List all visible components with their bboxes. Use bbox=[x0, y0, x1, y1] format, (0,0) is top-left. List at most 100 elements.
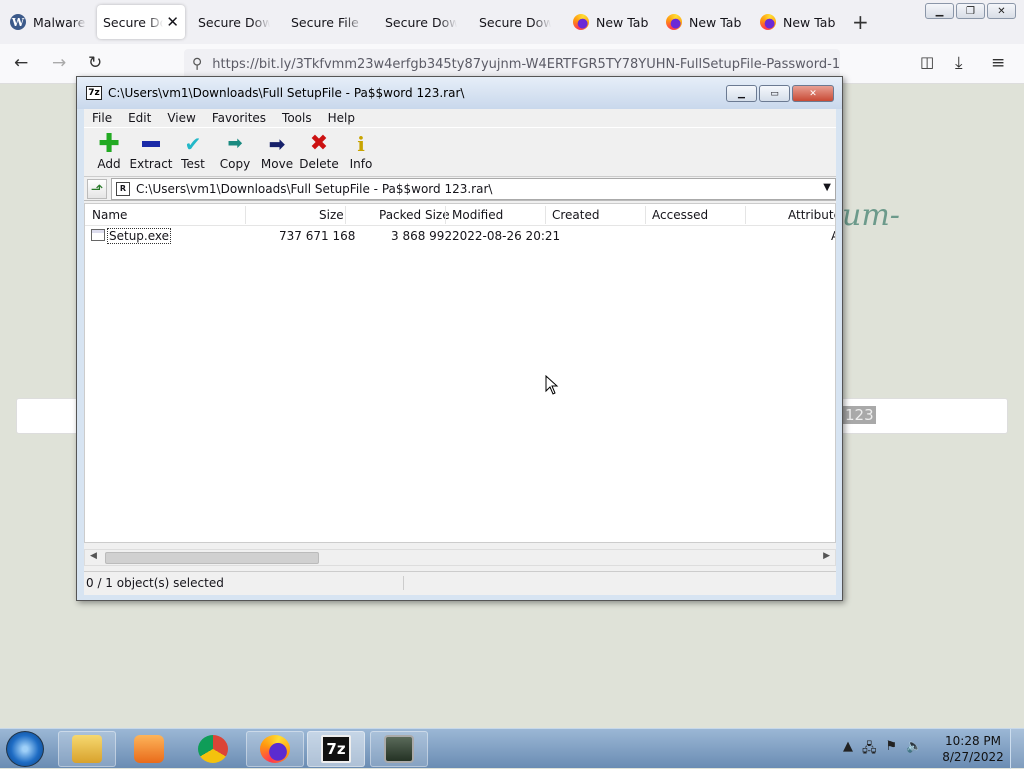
firefox-icon bbox=[760, 14, 776, 30]
folder-icon bbox=[72, 735, 102, 763]
tab-label: Secure File Storage bbox=[291, 14, 363, 30]
back-arrow-icon[interactable]: ← bbox=[14, 53, 28, 73]
arrow-right-icon: ➡ bbox=[268, 131, 286, 156]
sevenzip-logo-icon: 7z bbox=[86, 86, 102, 100]
show-hidden-icons-icon[interactable]: ▲ bbox=[843, 739, 853, 761]
start-button[interactable] bbox=[6, 731, 44, 767]
tab-label: Secure Download bbox=[479, 14, 551, 30]
close-tab-icon[interactable]: ✕ bbox=[166, 13, 179, 31]
table-row[interactable]: Setup.exe 737 671 168 3 868 992 2022-08-… bbox=[85, 226, 835, 246]
col-size[interactable]: Size bbox=[319, 208, 344, 222]
show-desktop-button[interactable] bbox=[1010, 729, 1024, 769]
menu-icon[interactable]: ≡ bbox=[991, 53, 1005, 73]
file-list[interactable]: Name Size Packed Size Modified Created A… bbox=[84, 203, 836, 543]
scrollbar-thumb[interactable] bbox=[105, 552, 319, 564]
menu-tools[interactable]: Tools bbox=[282, 111, 312, 125]
column-divider[interactable] bbox=[345, 206, 346, 224]
tab-3[interactable]: Secure File Storage bbox=[285, 5, 369, 39]
col-modified[interactable]: Modified bbox=[452, 208, 503, 222]
add-button[interactable]: ✚ Add bbox=[88, 128, 130, 176]
menu-file[interactable]: File bbox=[92, 111, 112, 125]
info-button[interactable]: i Info bbox=[340, 128, 382, 176]
tab-0[interactable]: W Malwarebytes bbox=[4, 5, 92, 39]
address-bar: ⬏ R C:\Users\vm1\Downloads\Full SetupFil… bbox=[84, 177, 836, 201]
tab-label: New Tab bbox=[689, 14, 742, 30]
chrome-icon bbox=[198, 735, 228, 763]
tab-1-active[interactable]: Secure Download ✕ bbox=[97, 5, 185, 39]
column-divider[interactable] bbox=[745, 206, 746, 224]
taskbar-firefox[interactable] bbox=[246, 731, 304, 767]
horizontal-scrollbar[interactable]: ◀ ▶ bbox=[84, 549, 836, 566]
scroll-right-icon[interactable]: ▶ bbox=[823, 551, 830, 561]
window-title: C:\Users\vm1\Downloads\Full SetupFile - … bbox=[108, 86, 465, 100]
tab-2[interactable]: Secure Download bbox=[192, 5, 276, 39]
folder-up-icon[interactable]: ⬏ bbox=[87, 178, 107, 199]
x-icon: ✖ bbox=[309, 130, 329, 156]
volume-icon[interactable]: 🔈 bbox=[906, 739, 922, 761]
action-center-flag-icon[interactable]: ⚑ bbox=[886, 739, 898, 761]
download-icon[interactable]: ⤓ bbox=[955, 53, 963, 73]
close-button[interactable]: ✕ bbox=[792, 85, 834, 102]
menu-help[interactable]: Help bbox=[328, 111, 355, 125]
chevron-down-icon[interactable]: ▼ bbox=[823, 182, 831, 193]
delete-button[interactable]: ✖ Delete bbox=[298, 128, 340, 176]
new-tab-button[interactable]: + bbox=[852, 12, 869, 32]
cell-attributes: A bbox=[831, 229, 835, 243]
taskbar-explorer[interactable] bbox=[58, 731, 116, 767]
path-combo[interactable]: R C:\Users\vm1\Downloads\Full SetupFile … bbox=[111, 177, 836, 200]
cell-packed-size: 3 868 992 bbox=[391, 229, 453, 243]
copy-button[interactable]: ➡ Copy bbox=[214, 128, 256, 176]
test-button[interactable]: ✔ Test bbox=[172, 128, 214, 176]
extract-button[interactable]: Extract bbox=[130, 128, 173, 176]
cell-modified: 2022-08-26 20:21 bbox=[452, 229, 561, 243]
taskbar-media-player[interactable] bbox=[120, 731, 178, 767]
minimize-button[interactable]: ▁ bbox=[925, 3, 954, 19]
menu-view[interactable]: View bbox=[167, 111, 195, 125]
clock[interactable]: 10:28 PM 8/27/2022 bbox=[940, 733, 1006, 765]
forward-arrow-icon[interactable]: → bbox=[52, 53, 66, 73]
restore-button[interactable]: ❐ bbox=[956, 3, 985, 19]
reload-icon[interactable]: ↻ bbox=[88, 53, 102, 73]
sevenzip-title-bar[interactable]: 7z C:\Users\vm1\Downloads\Full SetupFile… bbox=[77, 77, 842, 109]
column-divider[interactable] bbox=[245, 206, 246, 224]
scroll-left-icon[interactable]: ◀ bbox=[90, 551, 97, 561]
plus-icon: ✚ bbox=[98, 128, 120, 159]
column-divider[interactable] bbox=[645, 206, 646, 224]
status-text: 0 / 1 object(s) selected bbox=[84, 575, 404, 590]
tool-label: Delete bbox=[299, 156, 339, 171]
firefox-icon bbox=[260, 735, 290, 763]
tool-label: Copy bbox=[219, 156, 251, 171]
tab-5[interactable]: Secure Download bbox=[473, 5, 557, 39]
col-attributes[interactable]: Attributes bbox=[788, 208, 835, 222]
column-divider[interactable] bbox=[545, 206, 546, 224]
page-selected-text: 123 bbox=[843, 406, 876, 424]
move-button[interactable]: ➡ Move bbox=[256, 128, 298, 176]
wordpress-icon: W bbox=[10, 14, 26, 30]
col-created[interactable]: Created bbox=[552, 208, 600, 222]
col-accessed[interactable]: Accessed bbox=[652, 208, 708, 222]
close-button[interactable]: ✕ bbox=[987, 3, 1016, 19]
cell-size: 737 671 168 bbox=[279, 229, 356, 243]
tab-4[interactable]: Secure Download bbox=[379, 5, 463, 39]
sevenzip-window-controls: ▁ ▭ ✕ bbox=[726, 85, 834, 102]
tab-8[interactable]: New Tab bbox=[754, 5, 842, 39]
network-icon[interactable]: 🖧 bbox=[862, 739, 877, 761]
col-packed-size[interactable]: Packed Size bbox=[379, 208, 450, 222]
pocket-icon[interactable]: ◫ bbox=[920, 53, 934, 71]
col-name[interactable]: Name bbox=[92, 208, 127, 222]
url-bar[interactable]: ⚲ https://bit.ly/3Tkfvmm23w4erfgb345ty87… bbox=[184, 49, 840, 79]
taskbar-task-manager[interactable] bbox=[370, 731, 428, 767]
taskbar-chrome[interactable] bbox=[184, 731, 242, 767]
minimize-button[interactable]: ▁ bbox=[726, 85, 757, 102]
menu-favorites[interactable]: Favorites bbox=[212, 111, 266, 125]
tab-7[interactable]: New Tab bbox=[660, 5, 748, 39]
path-text: C:\Users\vm1\Downloads\Full SetupFile - … bbox=[136, 181, 493, 196]
tab-6[interactable]: New Tab bbox=[567, 5, 655, 39]
column-divider[interactable] bbox=[445, 206, 446, 224]
system-tray: ▲ 🖧 ⚑ 🔈 bbox=[843, 739, 922, 761]
menu-edit[interactable]: Edit bbox=[128, 111, 151, 125]
media-player-icon bbox=[134, 735, 164, 763]
taskbar-7zip[interactable]: 7z bbox=[307, 731, 365, 767]
maximize-button[interactable]: ▭ bbox=[759, 85, 790, 102]
firefox-icon bbox=[666, 14, 682, 30]
